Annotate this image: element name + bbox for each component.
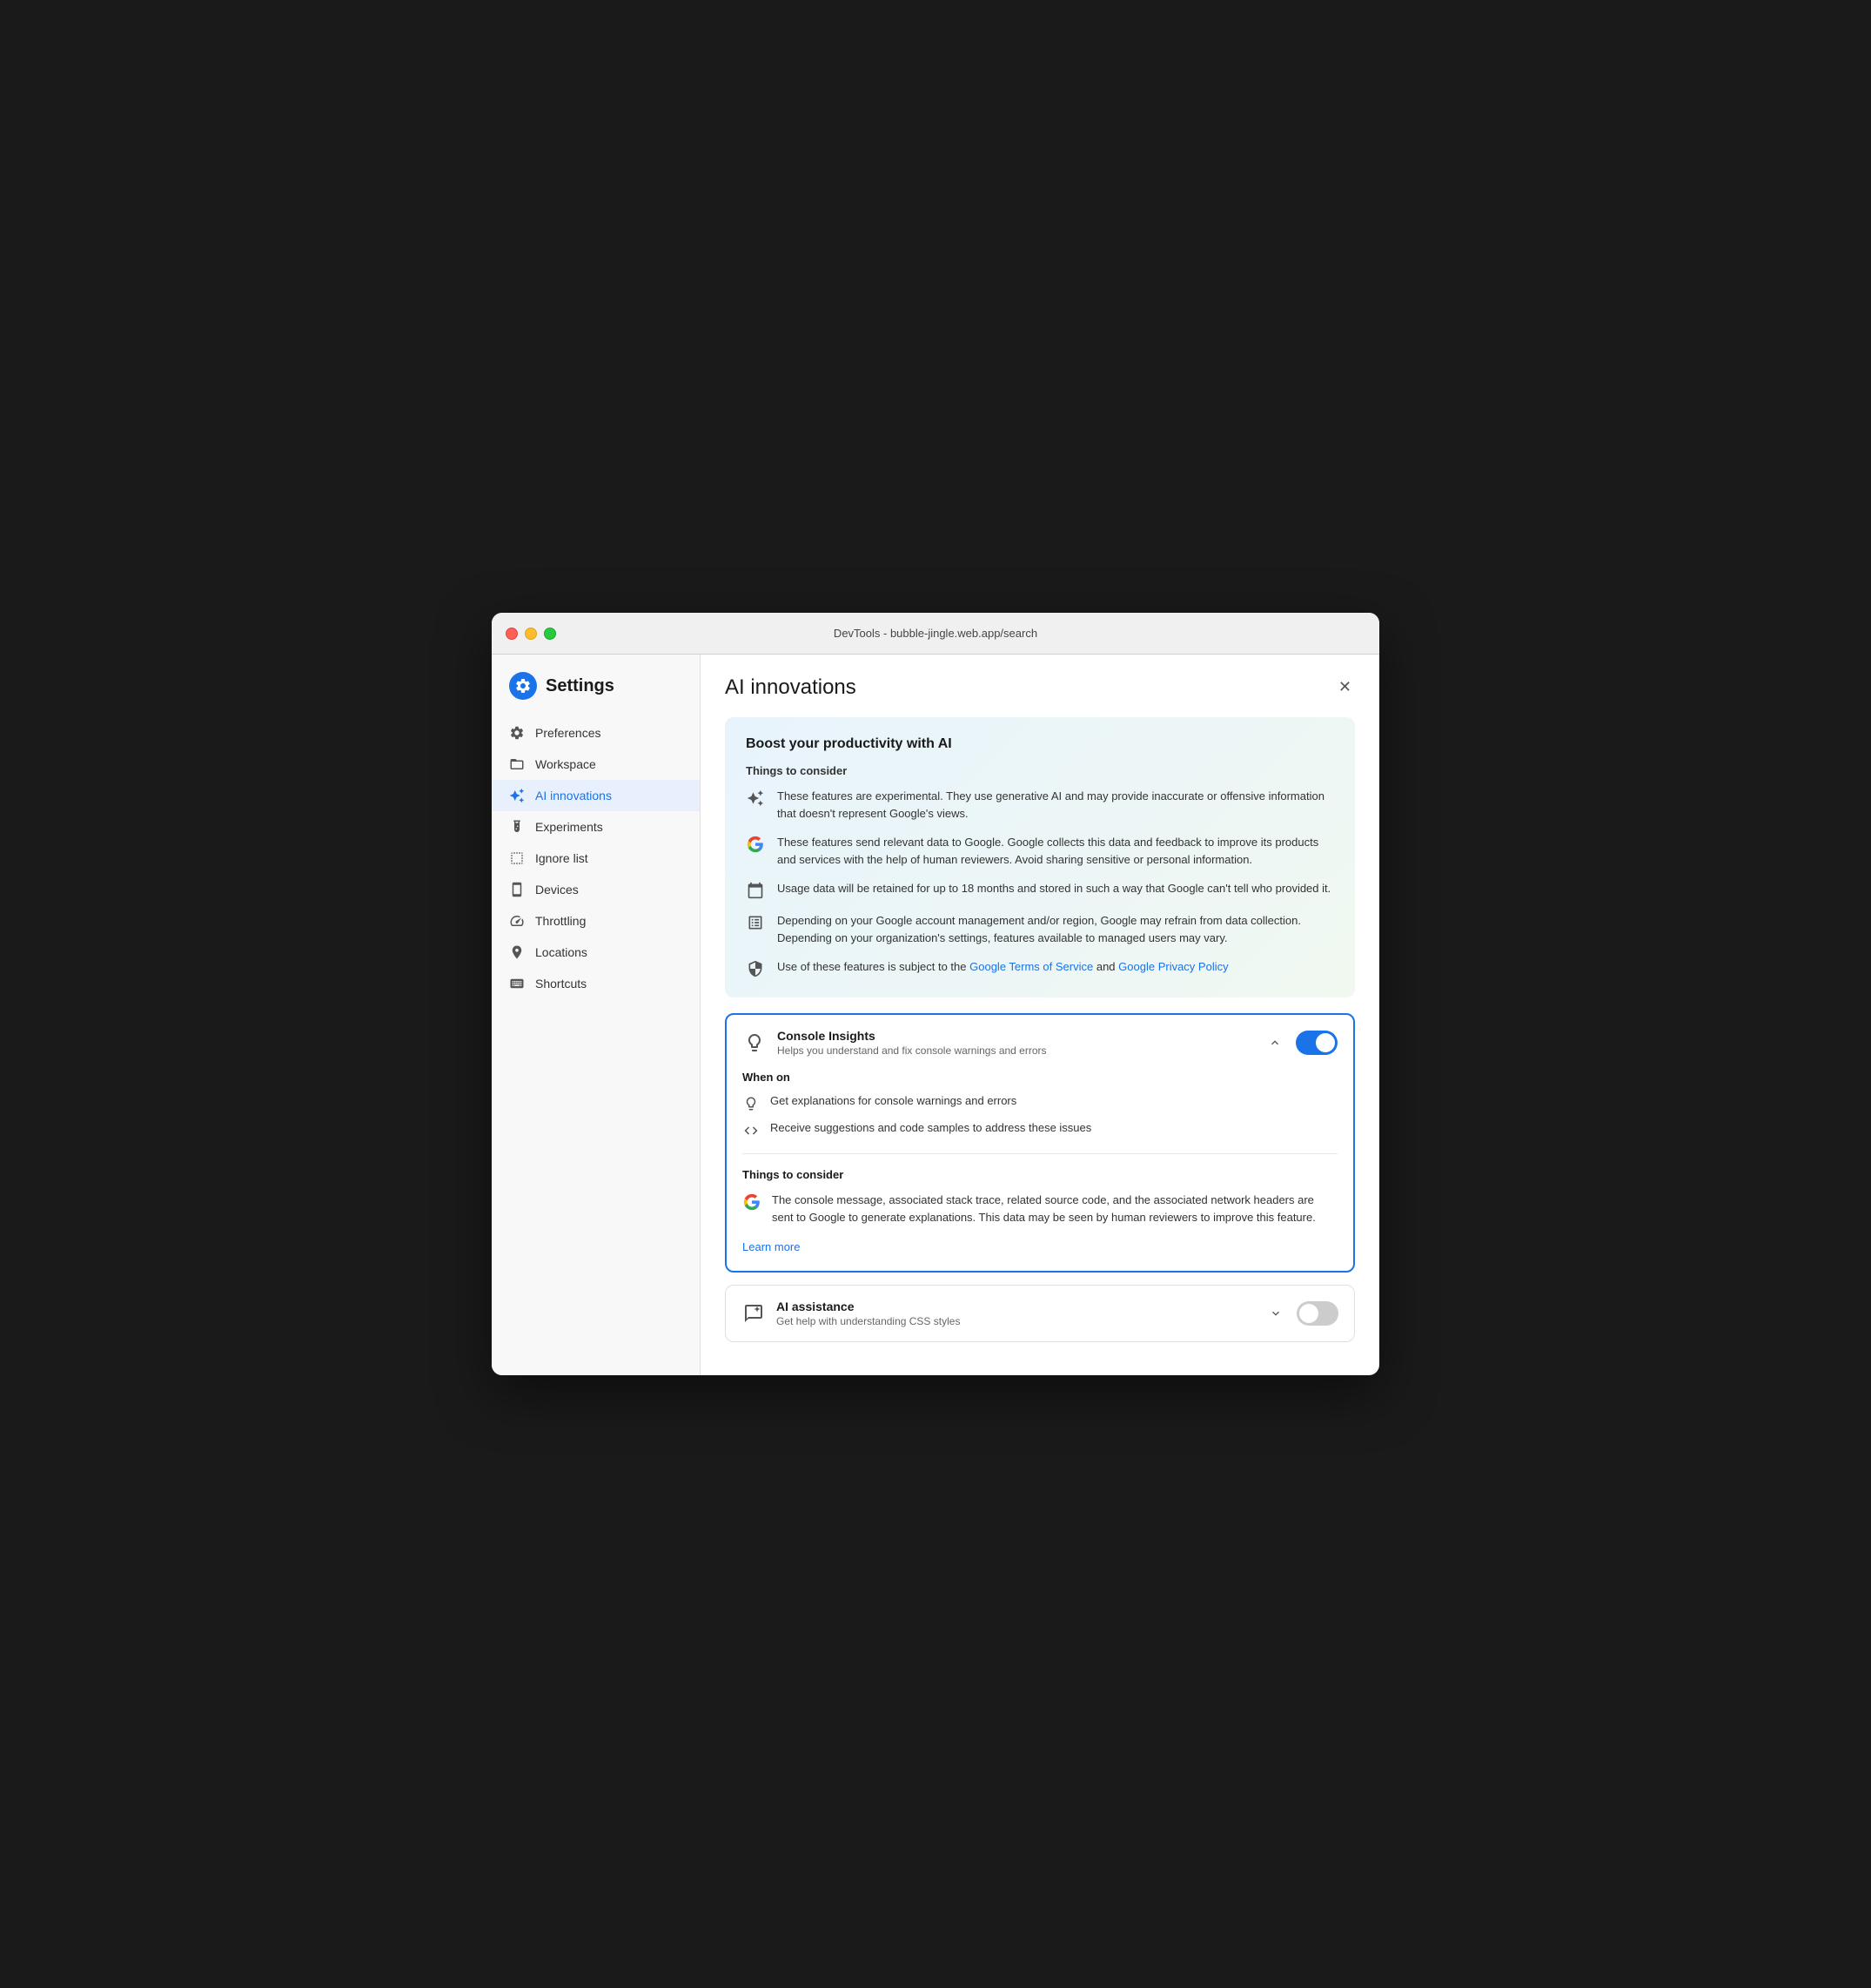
sidebar-item-shortcuts[interactable]: Shortcuts bbox=[492, 968, 700, 999]
info-list: These features are experimental. They us… bbox=[746, 788, 1334, 978]
lightbulb-sparkle-icon bbox=[742, 1031, 767, 1055]
keyboard-icon bbox=[509, 976, 525, 991]
maximize-traffic-light[interactable] bbox=[544, 628, 556, 640]
settings-logo-icon bbox=[509, 672, 537, 700]
shield-icon bbox=[746, 959, 765, 978]
close-traffic-light[interactable] bbox=[506, 628, 518, 640]
divider bbox=[742, 1153, 1338, 1154]
feature-header-text: Console Insights Helps you understand an… bbox=[777, 1029, 1254, 1057]
google-g-icon bbox=[746, 835, 765, 854]
sparkle-icon bbox=[509, 788, 525, 803]
things-consider-text: The console message, associated stack tr… bbox=[772, 1192, 1338, 1226]
sidebar-item-preferences[interactable]: Preferences bbox=[492, 717, 700, 749]
main-panel: AI innovations ✕ Boost your productivity… bbox=[701, 655, 1379, 1375]
info-item-text: These features are experimental. They us… bbox=[777, 788, 1334, 822]
close-button[interactable]: ✕ bbox=[1335, 675, 1355, 698]
list-alt-icon bbox=[746, 913, 765, 932]
things-consider-title: Things to consider bbox=[742, 1168, 1338, 1181]
sidebar-item-label: Devices bbox=[535, 883, 579, 897]
info-item-text: Usage data will be retained for up to 18… bbox=[777, 880, 1331, 897]
when-on-list: Get explanations for console warnings an… bbox=[742, 1094, 1338, 1139]
feature-description: Get help with understanding CSS styles bbox=[776, 1315, 1255, 1327]
ai-assistance-card: AI assistance Get help with understandin… bbox=[725, 1285, 1355, 1342]
titlebar: DevTools - bubble-jingle.web.app/search bbox=[492, 613, 1379, 655]
list-item: Get explanations for console warnings an… bbox=[742, 1094, 1338, 1112]
sidebar-item-locations[interactable]: Locations bbox=[492, 937, 700, 968]
sidebar-header: Settings bbox=[492, 672, 700, 717]
chat-sparkle-icon bbox=[741, 1301, 766, 1326]
sidebar-item-label: Workspace bbox=[535, 757, 596, 771]
list-item: These features are experimental. They us… bbox=[746, 788, 1334, 822]
feature-description: Helps you understand and fix console war… bbox=[777, 1044, 1254, 1057]
sidebar-item-ignore-list[interactable]: Ignore list bbox=[492, 843, 700, 874]
sidebar-item-devices[interactable]: Devices bbox=[492, 874, 700, 905]
sidebar-item-throttling[interactable]: Throttling bbox=[492, 905, 700, 937]
beaker-icon bbox=[509, 819, 525, 835]
info-item-text-with-links: Use of these features is subject to the … bbox=[777, 958, 1229, 976]
speedometer-icon bbox=[509, 913, 525, 929]
lightbulb-icon bbox=[742, 1095, 760, 1112]
gear-icon bbox=[509, 725, 525, 741]
expand-button[interactable] bbox=[1265, 1303, 1286, 1324]
feature-header: AI assistance Get help with understandin… bbox=[726, 1286, 1354, 1341]
ai-assistance-toggle[interactable] bbox=[1297, 1301, 1338, 1326]
traffic-lights bbox=[506, 628, 556, 640]
list-item: Use of these features is subject to the … bbox=[746, 958, 1334, 978]
sidebar-item-ai-innovations[interactable]: AI innovations bbox=[492, 780, 700, 811]
location-icon bbox=[509, 944, 525, 960]
google-g-icon bbox=[742, 1192, 761, 1212]
feature-expanded-content: When on Get explanations for console war… bbox=[727, 1071, 1353, 1271]
feature-header: Console Insights Helps you understand an… bbox=[727, 1015, 1353, 1071]
info-card-subtitle: Things to consider bbox=[746, 764, 1334, 777]
info-card: Boost your productivity with AI Things t… bbox=[725, 717, 1355, 997]
things-consider-list: The console message, associated stack tr… bbox=[742, 1192, 1338, 1226]
sidebar: Settings Preferences Workspace bbox=[492, 655, 701, 1375]
privacy-link[interactable]: Google Privacy Policy bbox=[1118, 960, 1228, 973]
info-item-text: These features send relevant data to Goo… bbox=[777, 834, 1334, 868]
main-content: Settings Preferences Workspace bbox=[492, 655, 1379, 1375]
feature-name: Console Insights bbox=[777, 1029, 1254, 1043]
sparkle-alt-icon bbox=[746, 789, 765, 808]
sidebar-title: Settings bbox=[546, 676, 614, 696]
console-insights-card: Console Insights Helps you understand an… bbox=[725, 1013, 1355, 1273]
sidebar-item-workspace[interactable]: Workspace bbox=[492, 749, 700, 780]
info-card-title: Boost your productivity with AI bbox=[746, 736, 1334, 752]
window-title: DevTools - bubble-jingle.web.app/search bbox=[834, 627, 1037, 640]
terms-link[interactable]: Google Terms of Service bbox=[969, 960, 1093, 973]
feature-name: AI assistance bbox=[776, 1300, 1255, 1313]
minimize-traffic-light[interactable] bbox=[525, 628, 537, 640]
when-on-item-text: Receive suggestions and code samples to … bbox=[770, 1121, 1091, 1134]
list-item: Usage data will be retained for up to 18… bbox=[746, 880, 1334, 900]
feature-controls bbox=[1264, 1031, 1338, 1055]
feature-controls bbox=[1265, 1301, 1338, 1326]
page-header: AI innovations ✕ bbox=[725, 675, 1355, 700]
phone-icon bbox=[509, 882, 525, 897]
sidebar-item-label: Locations bbox=[535, 945, 587, 959]
list-item: Receive suggestions and code samples to … bbox=[742, 1121, 1338, 1139]
learn-more-link[interactable]: Learn more bbox=[742, 1240, 800, 1253]
feature-header-text: AI assistance Get help with understandin… bbox=[776, 1300, 1255, 1327]
calendar-icon bbox=[746, 881, 765, 900]
folder-icon bbox=[509, 756, 525, 772]
info-item-text: Depending on your Google account managem… bbox=[777, 912, 1334, 946]
list-item: Depending on your Google account managem… bbox=[746, 912, 1334, 946]
when-on-title: When on bbox=[742, 1071, 1338, 1084]
ignore-icon bbox=[509, 850, 525, 866]
list-item: The console message, associated stack tr… bbox=[742, 1192, 1338, 1226]
when-on-item-text: Get explanations for console warnings an… bbox=[770, 1094, 1016, 1107]
console-insights-toggle[interactable] bbox=[1296, 1031, 1338, 1055]
sidebar-item-label: Experiments bbox=[535, 820, 603, 834]
sidebar-item-label: Preferences bbox=[535, 726, 600, 740]
devtools-window: DevTools - bubble-jingle.web.app/search … bbox=[492, 613, 1379, 1375]
sidebar-item-experiments[interactable]: Experiments bbox=[492, 811, 700, 843]
list-item: These features send relevant data to Goo… bbox=[746, 834, 1334, 868]
page-title: AI innovations bbox=[725, 675, 856, 700]
code-icon bbox=[742, 1122, 760, 1139]
sidebar-item-label: AI innovations bbox=[535, 789, 612, 803]
collapse-button[interactable] bbox=[1264, 1032, 1285, 1053]
sidebar-item-label: Ignore list bbox=[535, 851, 588, 865]
gear-logo-svg bbox=[514, 677, 532, 695]
sidebar-item-label: Throttling bbox=[535, 914, 586, 928]
sidebar-item-label: Shortcuts bbox=[535, 977, 587, 991]
